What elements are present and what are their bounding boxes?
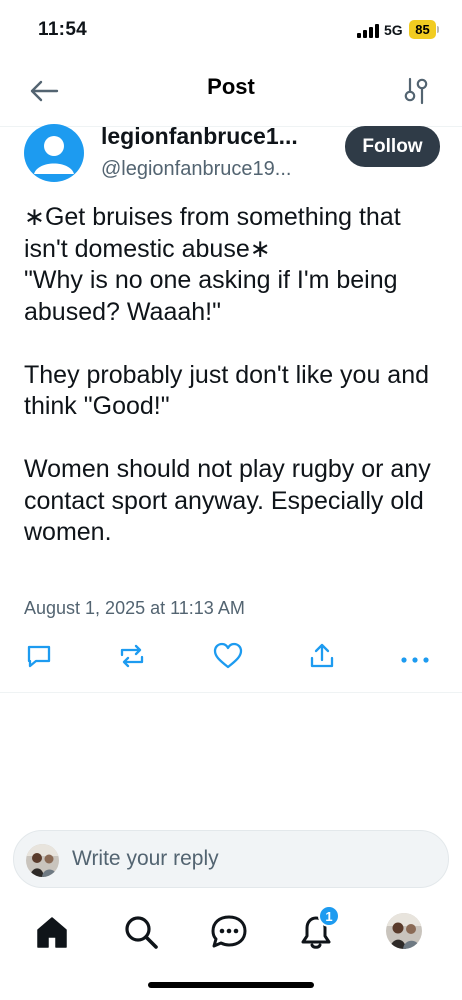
reply-avatar — [26, 844, 59, 877]
post-timestamp: August 1, 2025 at 11:13 AM — [24, 598, 245, 618]
author-display-name[interactable]: legionfanbruce1... — [101, 123, 298, 150]
like-icon — [213, 642, 243, 669]
follow-button[interactable]: Follow — [345, 126, 440, 167]
post-text: ∗Get bruises from something that isn't d… — [24, 203, 431, 546]
post-actions — [0, 638, 462, 678]
sliders-icon — [404, 77, 428, 105]
network-type: 5G — [384, 22, 403, 38]
actions-divider — [0, 692, 462, 693]
back-button[interactable] — [26, 73, 62, 109]
status-bar: 11:54 5G 85 — [0, 0, 462, 60]
arrow-left-icon — [30, 80, 59, 102]
status-time: 11:54 — [38, 19, 88, 40]
more-icon — [401, 657, 429, 663]
search-icon — [125, 916, 158, 949]
default-avatar-icon — [34, 136, 74, 174]
more-button[interactable] — [398, 638, 432, 674]
author-avatar[interactable] — [24, 124, 84, 182]
signal-icon — [357, 24, 379, 38]
reply-button[interactable] — [22, 638, 56, 674]
battery-icon: 85 — [409, 20, 436, 39]
like-button[interactable] — [211, 638, 245, 674]
share-icon — [310, 643, 334, 668]
tab-profile-avatar[interactable] — [386, 913, 422, 949]
repost-icon — [120, 644, 144, 668]
tab-home[interactable] — [28, 905, 76, 959]
post-header: Post — [0, 60, 462, 122]
settings-button[interactable] — [398, 73, 434, 109]
tab-search[interactable] — [117, 905, 165, 959]
author-handle[interactable]: @legionfanbruce19... — [101, 158, 291, 181]
repost-button[interactable] — [115, 638, 149, 674]
reply-placeholder: Write your reply — [72, 847, 219, 870]
home-indicator — [148, 982, 314, 988]
chat-icon — [211, 915, 247, 948]
reply-icon — [27, 645, 51, 668]
share-button[interactable] — [305, 638, 339, 674]
battery-tip — [437, 26, 439, 33]
reply-input[interactable]: Write your reply — [13, 830, 449, 888]
tab-chat[interactable] — [205, 905, 253, 959]
home-icon — [37, 917, 67, 948]
notification-badge: 1 — [318, 905, 340, 927]
page-title: Post — [207, 74, 255, 99]
